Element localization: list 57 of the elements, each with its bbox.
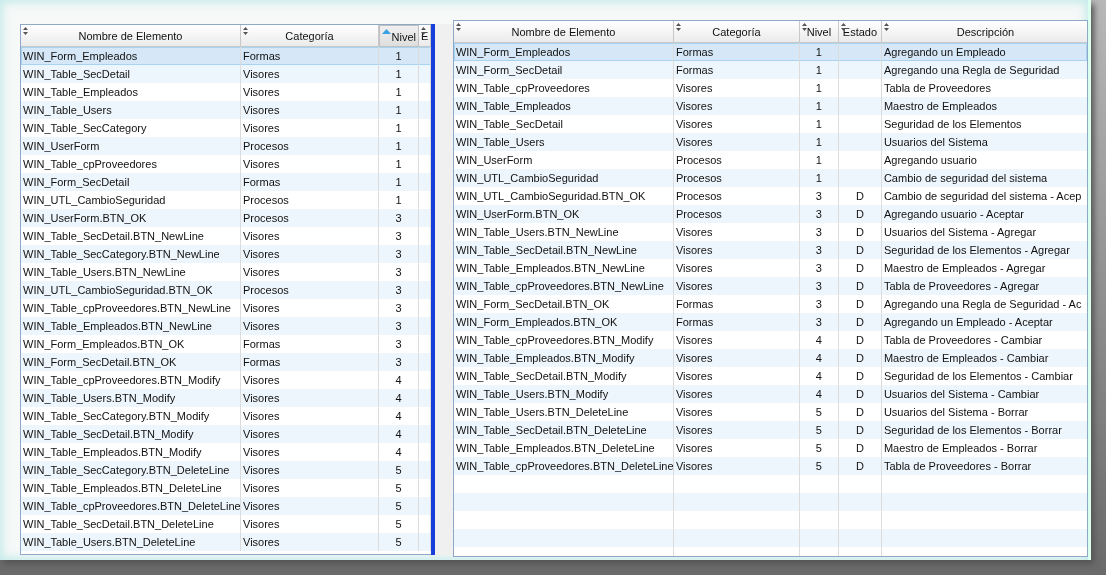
column-header[interactable]: Nombre de Elemento	[453, 21, 674, 43]
table-row[interactable]: WIN_UTL_CambioSeguridad.BTN_OK Procesos 3	[21, 281, 431, 299]
table-row[interactable]: WIN_Table_SecCategory.BTN_Modify Visores 4	[21, 407, 431, 425]
column-header[interactable]: Nivel	[379, 25, 419, 47]
column-header[interactable]: Nivel	[799, 21, 839, 43]
table-row[interactable]: WIN_Form_Empleados Formas 1	[21, 47, 431, 65]
table-row[interactable]: WIN_UserForm Procesos 1	[21, 137, 431, 155]
table-row[interactable]: WIN_Table_SecDetail.BTN_NewLine Visores 3 D Seguridad de los Elementos - Agregar	[453, 241, 1087, 259]
splitter-bar[interactable]	[431, 24, 435, 555]
sort-icon	[243, 27, 248, 35]
table-row[interactable]: WIN_Table_cpProveedores.BTN_Modify Visores 4	[21, 371, 431, 389]
table-row[interactable]: WIN_Table_Empleados Visores 1	[21, 83, 431, 101]
table-row[interactable]: WIN_Table_SecCategory.BTN_DeleteLine Visores 5	[21, 461, 431, 479]
table-row[interactable]: WIN_Form_SecDetail Formas 1 Agregando una Regla de Seguridad	[453, 61, 1087, 79]
table-row[interactable]: WIN_Table_Users.BTN_Modify Visores 4	[21, 389, 431, 407]
table-row[interactable]: WIN_Form_SecDetail Formas 1	[21, 173, 431, 191]
table-row[interactable]: WIN_Table_Empleados.BTN_NewLine Visores 3	[21, 317, 431, 335]
table-row[interactable]: WIN_Form_SecDetail.BTN_OK Formas 3	[21, 353, 431, 371]
table-cell: Visores	[241, 533, 379, 551]
table-row[interactable]: WIN_Table_Empleados.BTN_Modify Visores 4 D Maestro de Empleados - Cambiar	[453, 349, 1087, 367]
table-row[interactable]: WIN_Table_SecDetail.BTN_NewLine Visores 3	[21, 227, 431, 245]
table-row[interactable]: WIN_Table_Users Visores 1	[21, 101, 431, 119]
column-header[interactable]: Nombre de Elemento	[21, 25, 241, 47]
table-row[interactable]: WIN_Table_Empleados.BTN_DeleteLine Visores 5	[21, 479, 431, 497]
table-row[interactable]: WIN_Table_Users.BTN_Modify Visores 4 D Usuarios del Sistema - Cambiar	[453, 385, 1087, 403]
table-row[interactable]: WIN_Table_SecDetail.BTN_DeleteLine Visores 5	[21, 515, 431, 533]
sort-ascending-icon	[382, 29, 391, 34]
column-header[interactable]: Descripción	[881, 21, 1087, 43]
table-row[interactable]: WIN_Table_SecDetail.BTN_Modify Visores 4	[21, 425, 431, 443]
table-row[interactable]: WIN_Table_cpProveedores.BTN_NewLine Visores 3	[21, 299, 431, 317]
column-header[interactable]: Estado	[838, 21, 882, 43]
table-row[interactable]: WIN_Table_Users.BTN_NewLine Visores 3	[21, 263, 431, 281]
table-row[interactable]: WIN_Table_SecCategory Visores 1	[21, 119, 431, 137]
table-row[interactable]: WIN_Form_Empleados.BTN_OK Formas 3	[21, 335, 431, 353]
table-row[interactable]: WIN_Table_SecCategory.BTN_NewLine Visores 3	[21, 245, 431, 263]
sort-icon	[23, 27, 28, 35]
table-row[interactable]: WIN_Table_Empleados Visores 1 Maestro de Empleados	[453, 97, 1087, 115]
table-row[interactable]: WIN_Form_Empleados Formas 1 Agregando un Empleado	[453, 43, 1087, 61]
table-row[interactable]: WIN_Table_cpProveedores.BTN_DeleteLine Visores 5	[21, 497, 431, 515]
table-row[interactable]: WIN_UTL_CambioSeguridad Procesos 1 Cambio de seguridad del sistema	[453, 169, 1087, 187]
column-header[interactable]: Categoría	[673, 21, 800, 43]
sort-icon	[455, 23, 461, 31]
table-row[interactable]: WIN_Table_SecDetail.BTN_DeleteLine Visores 5 D Seguridad de los Elementos - Borrar	[453, 421, 1087, 439]
table-row[interactable]: WIN_UserForm.BTN_OK Procesos 3 D Agregando usuario - Aceptar	[453, 205, 1087, 223]
table-cell: 5	[379, 533, 419, 551]
table-row[interactable]: WIN_Table_SecDetail Visores 1	[21, 65, 431, 83]
table-row[interactable]: WIN_Form_Empleados.BTN_OK Formas 3 D Agregando un Empleado - Aceptar	[453, 313, 1087, 331]
table-row[interactable]: WIN_Table_cpProveedores Visores 1	[21, 155, 431, 173]
table-cell: WIN_Table_Users.BTN_DeleteLine	[21, 533, 241, 551]
table-row[interactable]: WIN_Table_cpProveedores.BTN_DeleteLine Visores 5 D Tabla de Proveedores - Borrar	[453, 457, 1087, 475]
table-row[interactable]: WIN_Table_Empleados.BTN_Modify Visores 4	[21, 443, 431, 461]
column-header[interactable]: Categoría	[241, 25, 379, 47]
table-row[interactable]: WIN_Table_Users.BTN_DeleteLine Visores 5	[21, 533, 431, 551]
table-row[interactable]: WIN_Table_Users Visores 1 Usuarios del Sistema	[453, 133, 1087, 151]
table-row[interactable]: WIN_Table_cpProveedores.BTN_NewLine Visores 3 D Tabla de Proveedores - Agregar	[453, 277, 1087, 295]
table-row[interactable]: WIN_UserForm.BTN_OK Procesos 3	[21, 209, 431, 227]
table-row[interactable]: WIN_UTL_CambioSeguridad Procesos 1	[21, 191, 431, 209]
